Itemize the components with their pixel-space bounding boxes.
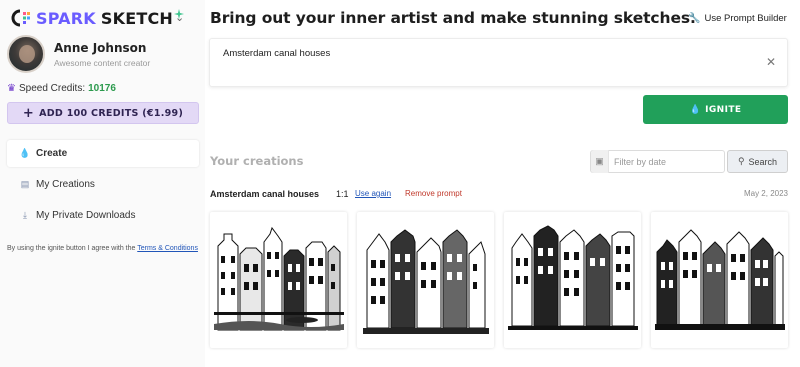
prompt-input[interactable]: Amsterdam canal houses ✕ [209,38,788,87]
wrench-icon: 🔧 [688,13,701,24]
creation-thumbnail[interactable] [504,212,641,348]
prompt-builder-link[interactable]: 🔧 Use Prompt Builder [688,13,787,24]
profile-subtitle: Awesome content creator [54,57,151,68]
sidebar-item-label: Create [36,148,68,159]
speed-credits: ♛ Speed Credits: 10176 [7,83,116,94]
prompt-builder-label: Use Prompt Builder [704,13,787,24]
creation-group-header: Amsterdam canal houses 1:1 Use again Rem… [210,189,788,201]
search-icon: ⚲ [737,156,745,166]
logo-sketch-text: SKETCH [100,8,173,28]
ignite-button[interactable]: 💧 IGNITE [643,95,788,124]
flame-icon: 💧 [19,148,31,158]
page-title: Bring out your inner artist and make stu… [210,9,696,27]
sidebar: SPARK SKETCH ⌄ Anne Johnson Awesome cont… [0,0,205,367]
logo-spark-text: SPARK [36,8,96,28]
prompt-input-value: Amsterdam canal houses [223,48,331,59]
profile-name: Anne Johnson [54,40,147,55]
terms-notice: By using the ignite button I agree with … [7,243,199,254]
sketch-image [214,226,344,331]
avatar [7,35,45,73]
sidebar-item-label: My Private Downloads [36,210,136,221]
images-icon: ▤ [20,179,30,189]
aspect-ratio: 1:1 [336,189,349,199]
search-label: Search [748,156,778,167]
creation-thumbnail[interactable] [210,212,347,348]
crown-icon: ♛ [7,83,16,94]
terms-text: By using the ignite button I agree with … [7,245,136,252]
sidebar-nav: 💧 Create ▤ My Creations ⤓ My Private Dow… [7,140,199,233]
creation-date: May 2, 2023 [743,189,788,198]
remove-prompt-link[interactable]: Remove prompt [405,189,462,198]
credits-label: Speed Credits: [18,83,86,94]
calendar-icon: ▣ [591,150,609,173]
download-icon: ⤓ [23,210,27,220]
plus-icon: + [22,105,35,121]
section-title: Your creations [210,154,304,168]
sidebar-item-my-creations[interactable]: ▤ My Creations [7,171,199,198]
search-button[interactable]: ⚲ Search [727,150,788,173]
close-icon[interactable]: ✕ [766,55,776,69]
credits-value: 10176 [88,83,116,94]
creation-thumbnail[interactable] [357,212,494,348]
sidebar-item-create[interactable]: 💧 Create [7,140,199,167]
chevron-down-icon[interactable]: ⌄ [175,11,184,24]
date-filter-placeholder: Filter by date [614,156,667,167]
creation-title: Amsterdam canal houses [210,189,320,199]
date-filter-input[interactable]: ▣ Filter by date [590,150,725,173]
creation-thumbnail[interactable] [651,212,788,348]
sketch-image [655,229,785,330]
user-profile[interactable]: Anne Johnson Awesome content creator [7,35,150,73]
add-credits-button[interactable]: + ADD 100 CREDITS (€1.99) [7,102,199,124]
use-again-link[interactable]: Use again [355,189,391,198]
terms-link[interactable]: Terms & Conditions [137,245,198,252]
logo-mark-icon [8,8,34,28]
sidebar-item-label: My Creations [36,179,95,190]
sketch-image [508,225,638,330]
add-credits-label: ADD 100 CREDITS (€1.99) [39,107,184,119]
flame-icon: 💧 [689,104,702,115]
app-logo[interactable]: SPARK SKETCH [8,8,184,28]
sidebar-item-my-private-downloads[interactable]: ⤓ My Private Downloads [7,202,199,229]
ignite-label: IGNITE [705,104,742,115]
sketch-image [363,229,489,334]
